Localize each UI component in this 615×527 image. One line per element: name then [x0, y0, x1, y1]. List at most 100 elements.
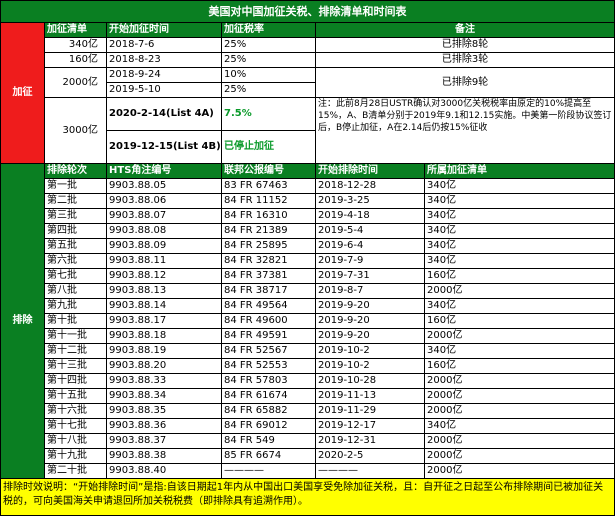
exclusion-fr: 84 FR 32821 — [221, 253, 316, 269]
header-exclusion-start: 开始排除时间 — [315, 163, 425, 179]
exclusion-row: 第十四批 9903.88.33 84 FR 57803 2019-10-28 2000亿 — [1, 373, 615, 389]
exclusion-hts: 9903.88.06 — [106, 193, 222, 209]
exclusion-row: 第二十批 9903.88.40 ———— ———— 2000亿 — [1, 463, 615, 479]
exclusion-list: 340亿 — [423, 238, 615, 254]
exclusion-round: 第十批 — [44, 313, 107, 329]
header-exclusion-fr: 联邦公报编号 — [221, 163, 316, 179]
exclusion-round: 第二十批 — [44, 463, 107, 479]
exclusion-fr: 84 FR 549 — [221, 433, 316, 449]
exclusion-fr: 84 FR 57803 — [221, 373, 316, 389]
exclusion-row: 第三批 9903.88.07 84 FR 16310 2019-4-18 340亿 — [1, 208, 615, 224]
tariff-list: 340亿 — [44, 37, 107, 53]
exclusion-row: 第十一批 9903.88.18 84 FR 49591 2019-9-20 2000亿 — [1, 328, 615, 344]
exclusion-list: 2000亿 — [423, 448, 615, 464]
exclusion-hts: 9903.88.37 — [106, 433, 222, 449]
exclusion-hts: 9903.88.38 — [106, 448, 222, 464]
header-tariff-note: 备注 — [314, 22, 615, 38]
exclusion-row: 第十二批 9903.88.19 84 FR 52567 2019-10-2 340亿 — [1, 343, 615, 359]
header-tariff-start: 开始加征时间 — [106, 22, 222, 38]
exclusion-list: 2000亿 — [423, 328, 615, 344]
exclusion-side-label: 排除 — [0, 163, 45, 479]
exclusion-row: 第七批 9903.88.12 84 FR 37381 2019-7-31 160亿 — [1, 268, 615, 284]
tariff-rate: 10% — [221, 67, 316, 83]
exclusion-fr: 84 FR 49600 — [221, 313, 316, 329]
exclusion-start: 2019-9-20 — [315, 328, 425, 344]
tariff-start: 2018-9-24 — [106, 67, 222, 83]
tariff-table: 美国对中国加征关税、排除清单和时间表 加征 加征清单 开始加征时间 加征税率 备… — [0, 0, 615, 516]
exclusion-hts: 9903.88.33 — [106, 373, 222, 389]
exclusion-hts: 9903.88.13 — [106, 283, 222, 299]
exclusion-round: 第六批 — [44, 253, 107, 269]
exclusion-start: 2019-7-9 — [315, 253, 425, 269]
exclusion-hts: 9903.88.09 — [106, 238, 222, 254]
tariff-row: 340亿 2018-7-6 25% 已排除8轮 — [1, 37, 615, 53]
exclusion-start: 2020-2-5 — [315, 448, 425, 464]
exclusion-row: 第二批 9903.88.06 84 FR 11152 2019-3-25 340亿 — [1, 193, 615, 209]
exclusion-list: 160亿 — [423, 358, 615, 374]
tariff-note: 已排除9轮 — [314, 67, 615, 98]
exclusion-start: 2019-10-28 — [315, 373, 425, 389]
exclusion-round: 第十九批 — [44, 448, 107, 464]
tariff-note: 注：此前8月28日USTR确认对3000亿关税税率由原定的10%提高至15%，A… — [314, 97, 615, 164]
exclusion-round: 第四批 — [44, 223, 107, 239]
tariff-row: 2000亿 2018-9-24 10% 已排除9轮 — [1, 67, 615, 98]
exclusion-list: 2000亿 — [423, 463, 615, 479]
exclusion-list: 340亿 — [423, 223, 615, 239]
exclusion-row: 第一批 9903.88.05 83 FR 67463 2018-12-28 340亿 — [1, 178, 615, 194]
exclusion-round: 第十二批 — [44, 343, 107, 359]
exclusion-fr: 84 FR 52553 — [221, 358, 316, 374]
exclusion-start: 2019-10-2 — [315, 358, 425, 374]
exclusion-fr: 84 FR 65882 — [221, 403, 316, 419]
exclusion-hts: 9903.88.34 — [106, 388, 222, 404]
footer-note: 排除时效说明：“开始排除时间”是指:自该日期起1年内从中国出口美国享受免除加征关… — [0, 478, 615, 516]
exclusion-row: 第十批 9903.88.17 84 FR 49600 2019-9-20 160亿 — [1, 313, 615, 329]
exclusion-round: 第十七批 — [44, 418, 107, 434]
exclusion-list: 160亿 — [423, 313, 615, 329]
exclusion-row: 第八批 9903.88.13 84 FR 38717 2019-8-7 2000亿 — [1, 283, 615, 299]
exclusion-round: 第七批 — [44, 268, 107, 284]
exclusion-list: 340亿 — [423, 178, 615, 194]
exclusion-round: 第十六批 — [44, 403, 107, 419]
exclusion-round: 第九批 — [44, 298, 107, 314]
exclusion-start: ———— — [315, 463, 425, 479]
exclusion-row: 第九批 9903.88.14 84 FR 49564 2019-9-20 340亿 — [1, 298, 615, 314]
page-title: 美国对中国加征关税、排除清单和时间表 — [0, 0, 615, 23]
exclusion-list: 2000亿 — [423, 388, 615, 404]
exclusion-list: 340亿 — [423, 208, 615, 224]
tariff-rate: 已停止加征 — [221, 130, 316, 164]
exclusion-fr: 84 FR 21389 — [221, 223, 316, 239]
exclusion-hts: 9903.88.05 — [106, 178, 222, 194]
exclusion-start: 2019-7-31 — [315, 268, 425, 284]
exclusion-fr: ———— — [221, 463, 316, 479]
exclusion-round: 第十五批 — [44, 388, 107, 404]
tariff-start: 2018-7-6 — [106, 37, 222, 53]
exclusion-row: 第十七批 9903.88.36 84 FR 69012 2019-12-17 340亿 — [1, 418, 615, 434]
tariff-row: 160亿 2018-8-23 25% 已排除3轮 — [1, 52, 615, 68]
tariff-start: 2019-12-15(List 4B) — [106, 130, 222, 164]
exclusion-hts: 9903.88.36 — [106, 418, 222, 434]
exclusion-row: 第十三批 9903.88.20 84 FR 52553 2019-10-2 160亿 — [1, 358, 615, 374]
exclusion-list: 160亿 — [423, 268, 615, 284]
exclusion-fr: 84 FR 61674 — [221, 388, 316, 404]
exclusion-row: 第十八批 9903.88.37 84 FR 549 2019-12-31 2000亿 — [1, 433, 615, 449]
exclusion-start: 2019-3-25 — [315, 193, 425, 209]
exclusion-start: 2019-4-18 — [315, 208, 425, 224]
tariff-note: 已排除8轮 — [314, 37, 615, 53]
exclusion-start: 2019-6-4 — [315, 238, 425, 254]
exclusion-fr: 84 FR 16310 — [221, 208, 316, 224]
tariff-start: 2018-8-23 — [106, 52, 222, 68]
exclusion-row: 第六批 9903.88.11 84 FR 32821 2019-7-9 340亿 — [1, 253, 615, 269]
header-exclusion-hts: HTS角注编号 — [106, 163, 222, 179]
exclusion-list: 340亿 — [423, 343, 615, 359]
exclusion-fr: 84 FR 11152 — [221, 193, 316, 209]
exclusion-hts: 9903.88.08 — [106, 223, 222, 239]
exclusion-fr: 84 FR 38717 — [221, 283, 316, 299]
tariff-rate: 25% — [221, 52, 316, 68]
exclusion-start: 2019-12-17 — [315, 418, 425, 434]
exclusion-fr: 85 FR 6674 — [221, 448, 316, 464]
exclusion-list: 340亿 — [423, 418, 615, 434]
tariff-list: 2000亿 — [44, 67, 107, 98]
tariff-rate: 7.5% — [221, 97, 316, 131]
tariff-note: 已排除3轮 — [314, 52, 615, 68]
exclusion-round: 第二批 — [44, 193, 107, 209]
